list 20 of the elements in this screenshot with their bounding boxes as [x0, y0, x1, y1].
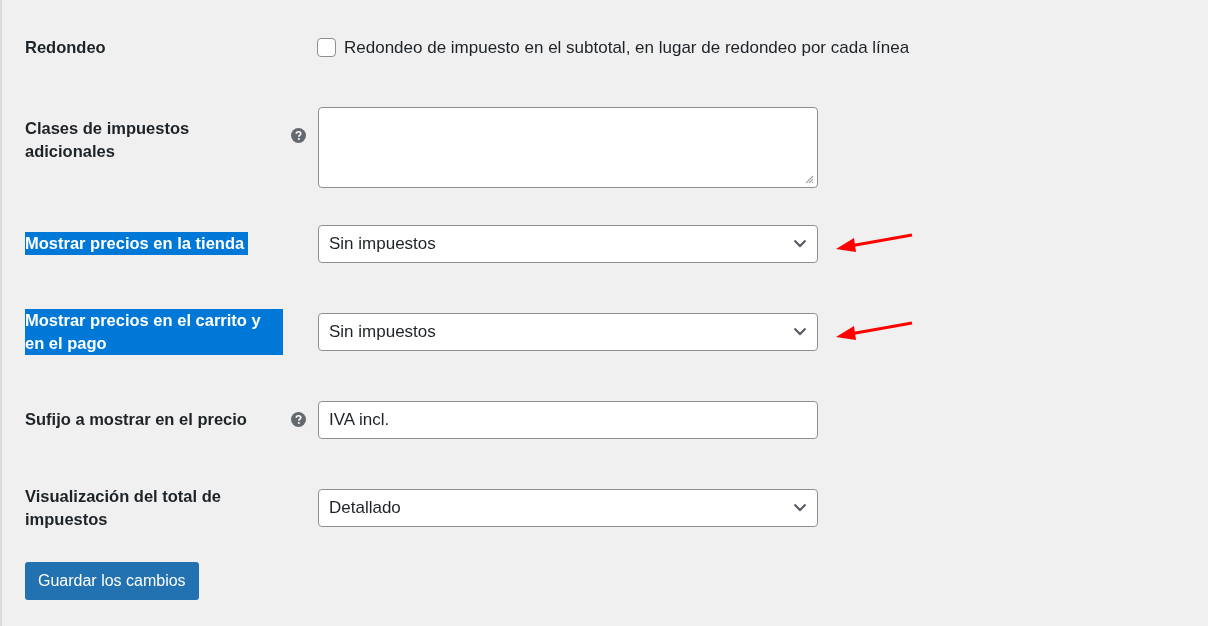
- field-label: Mostrar precios en la tienda: [25, 232, 249, 255]
- text-field[interactable]: IVA incl.: [318, 400, 818, 439]
- select-field[interactable]: Sin impuestos: [318, 224, 818, 263]
- checkbox[interactable]: [317, 38, 336, 58]
- field-label: Mostrar precios en el carrito y en el pago: [25, 308, 283, 355]
- help-icon[interactable]: [291, 412, 306, 427]
- textarea-field[interactable]: [318, 106, 818, 188]
- select-field[interactable]: Sin impuestos: [318, 312, 818, 351]
- select-field[interactable]: Detallado: [318, 488, 818, 527]
- save-button[interactable]: Guardar los cambios: [25, 561, 199, 600]
- field-label: Clases de impuestos adicionales: [25, 117, 191, 162]
- chevron-down-icon: [793, 327, 807, 336]
- chevron-down-icon: [793, 239, 807, 248]
- resize-grip-icon[interactable]: [805, 174, 814, 184]
- chevron-down-icon: [793, 503, 807, 512]
- field-label: Sufijo a mostrar en el precio: [25, 409, 247, 430]
- help-icon[interactable]: [291, 127, 306, 143]
- checkbox-label: Redondeo de impuesto en el subtotal, en lugar de redondeo por cada línea: [344, 37, 910, 59]
- field-label: Redondeo: [25, 37, 106, 59]
- field-label: Visualización del total de impuestos: [25, 485, 222, 530]
